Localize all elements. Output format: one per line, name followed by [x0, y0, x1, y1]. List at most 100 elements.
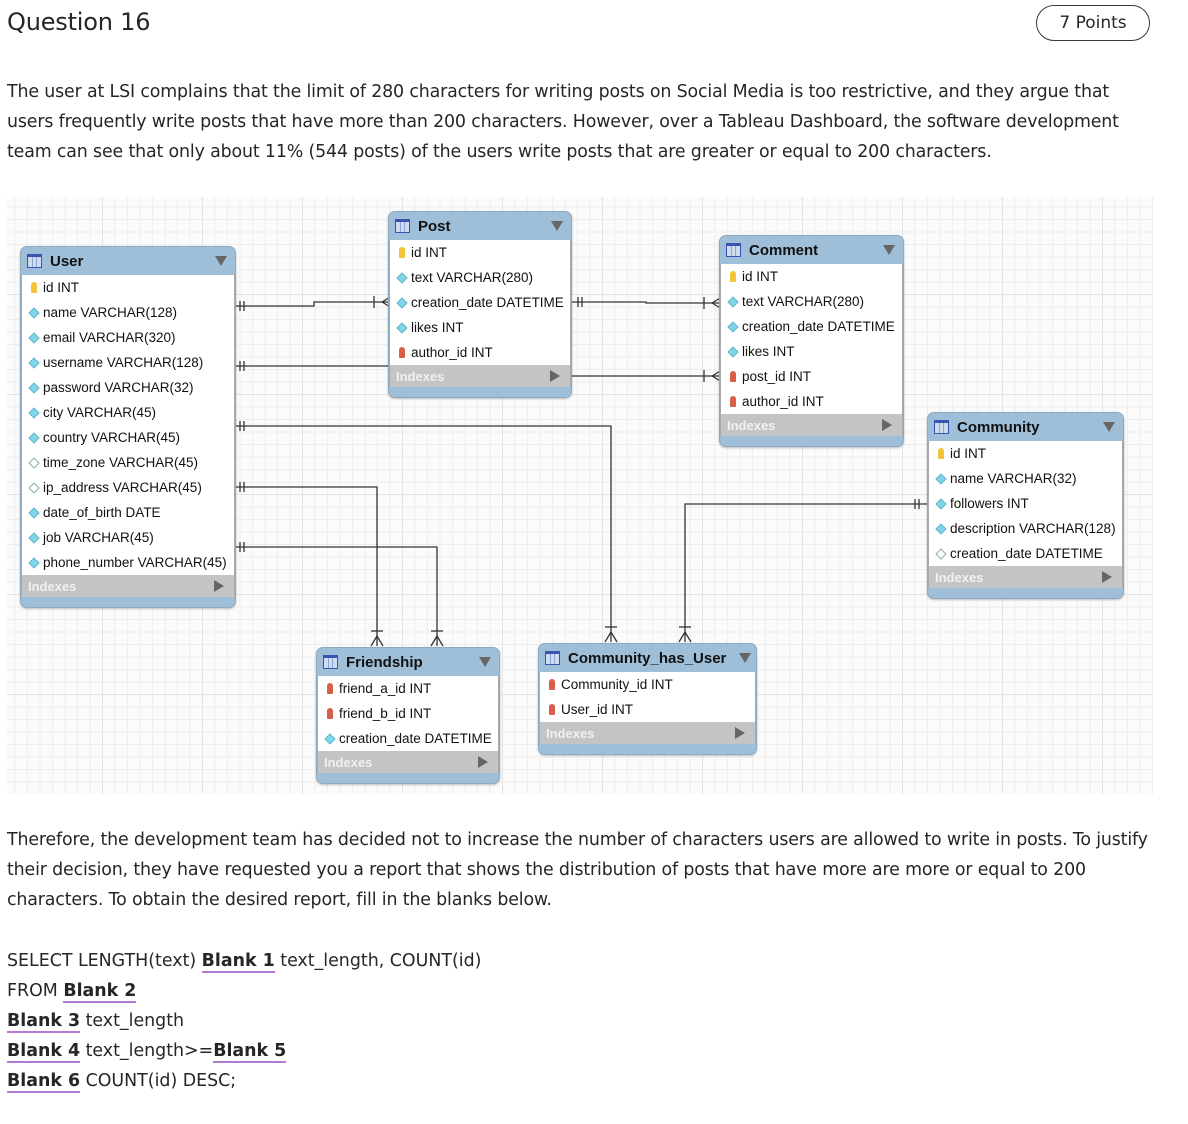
indexes-label: Indexes	[28, 578, 77, 594]
column-diamond-icon	[28, 431, 40, 444]
column-row[interactable]: likes INT	[390, 315, 570, 340]
table-name: User	[50, 252, 84, 270]
sql-line-order: Blank 6 COUNT(id) DESC;	[7, 1066, 481, 1096]
collapse-triangle-icon[interactable]	[1103, 422, 1115, 432]
column-label: likes INT	[742, 344, 795, 359]
table-header[interactable]: Comment	[720, 236, 903, 264]
column-row[interactable]: text VARCHAR(280)	[721, 289, 902, 314]
primary-key-icon	[28, 282, 40, 293]
column-row[interactable]: friend_b_id INT	[318, 701, 498, 726]
column-row[interactable]: city VARCHAR(45)	[22, 400, 234, 425]
column-row[interactable]: text VARCHAR(280)	[390, 265, 570, 290]
expand-triangle-icon[interactable]	[214, 580, 224, 592]
column-label: date_of_birth DATE	[43, 505, 161, 520]
column-row[interactable]: date_of_birth DATE	[22, 500, 234, 525]
foreign-key-icon	[727, 396, 739, 407]
indexes-section[interactable]: Indexes	[539, 722, 756, 744]
column-row[interactable]: likes INT	[721, 339, 902, 364]
column-row[interactable]: name VARCHAR(32)	[929, 466, 1122, 491]
foreign-key-icon	[730, 396, 736, 407]
column-row[interactable]: phone_number VARCHAR(45)	[22, 550, 234, 575]
table-icon	[27, 254, 42, 268]
column-diamond-icon	[28, 356, 40, 369]
indexes-section[interactable]: Indexes	[389, 365, 571, 387]
column-row[interactable]: creation_date DATETIME	[929, 541, 1122, 566]
column-label: creation_date DATETIME	[950, 546, 1103, 561]
column-label: job VARCHAR(45)	[43, 530, 154, 545]
column-diamond-icon	[28, 356, 40, 369]
column-row[interactable]: Community_id INT	[540, 672, 755, 697]
column-row[interactable]: time_zone VARCHAR(45)	[22, 450, 234, 475]
column-label: id INT	[411, 245, 448, 260]
foreign-key-icon	[327, 683, 333, 694]
indexes-section[interactable]: Indexes	[928, 566, 1123, 588]
blank-6[interactable]: Blank 6	[7, 1071, 81, 1093]
column-row[interactable]: password VARCHAR(32)	[22, 375, 234, 400]
column-row[interactable]: ip_address VARCHAR(45)	[22, 475, 234, 500]
column-row[interactable]: friend_a_id INT	[318, 676, 498, 701]
indexes-section[interactable]: Indexes	[317, 751, 499, 773]
column-label: friend_a_id INT	[339, 681, 432, 696]
table-comment[interactable]: Comment id INT text VARCHAR(280) creation_…	[719, 235, 904, 447]
table-user[interactable]: User id INT name VARCHAR(128) email VARCHA…	[20, 246, 236, 608]
column-label: User_id INT	[561, 702, 634, 717]
column-label: creation_date DATETIME	[411, 295, 564, 310]
expand-triangle-icon[interactable]	[550, 370, 560, 382]
column-label: author_id INT	[742, 394, 824, 409]
table-columns: id INT name VARCHAR(128) email VARCHAR(320…	[21, 275, 235, 575]
table-header[interactable]: Community_has_User	[539, 644, 756, 672]
column-diamond-icon	[396, 296, 408, 309]
collapse-triangle-icon[interactable]	[215, 256, 227, 266]
table-post[interactable]: Post id INT text VARCHAR(280) creation_dat…	[388, 211, 572, 398]
column-row[interactable]: post_id INT	[721, 364, 902, 389]
collapse-triangle-icon[interactable]	[739, 653, 751, 663]
table-icon	[726, 243, 741, 257]
column-row[interactable]: job VARCHAR(45)	[22, 525, 234, 550]
expand-triangle-icon[interactable]	[735, 727, 745, 739]
table-community-has-user[interactable]: Community_has_User Community_id INT User_…	[538, 643, 757, 755]
column-row[interactable]: User_id INT	[540, 697, 755, 722]
blank-3[interactable]: Blank 3	[7, 1011, 81, 1033]
column-row[interactable]: email VARCHAR(320)	[22, 325, 234, 350]
column-row[interactable]: author_id INT	[390, 340, 570, 365]
column-row[interactable]: country VARCHAR(45)	[22, 425, 234, 450]
column-row[interactable]: id INT	[22, 275, 234, 300]
collapse-triangle-icon[interactable]	[883, 245, 895, 255]
column-row[interactable]: name VARCHAR(128)	[22, 300, 234, 325]
collapse-triangle-icon[interactable]	[479, 657, 491, 667]
expand-triangle-icon[interactable]	[882, 419, 892, 431]
blank-2[interactable]: Blank 2	[63, 981, 137, 1003]
foreign-key-icon	[399, 347, 405, 358]
column-diamond-icon	[396, 296, 408, 309]
column-row[interactable]: creation_date DATETIME	[721, 314, 902, 339]
table-header[interactable]: Friendship	[317, 648, 499, 676]
column-row[interactable]: creation_date DATETIME	[318, 726, 498, 751]
foreign-key-icon	[324, 708, 336, 719]
table-icon	[323, 655, 338, 669]
column-row[interactable]: username VARCHAR(128)	[22, 350, 234, 375]
column-row[interactable]: description VARCHAR(128)	[929, 516, 1122, 541]
table-community[interactable]: Community id INT name VARCHAR(32) follower…	[927, 412, 1124, 599]
expand-triangle-icon[interactable]	[478, 756, 488, 768]
sql-line-select: SELECT LENGTH(text) Blank 1 text_length,…	[7, 946, 481, 976]
table-header[interactable]: Post	[389, 212, 571, 240]
column-row[interactable]: followers INT	[929, 491, 1122, 516]
indexes-section[interactable]: Indexes	[21, 575, 235, 597]
table-header[interactable]: Community	[928, 413, 1123, 441]
column-row[interactable]: author_id INT	[721, 389, 902, 414]
column-row[interactable]: id INT	[390, 240, 570, 265]
blank-1[interactable]: Blank 1	[201, 951, 275, 973]
blank-5[interactable]: Blank 5	[213, 1041, 287, 1063]
table-friendship[interactable]: Friendship friend_a_id INT friend_b_id IN…	[316, 647, 500, 784]
collapse-triangle-icon[interactable]	[551, 221, 563, 231]
column-row[interactable]: id INT	[929, 441, 1122, 466]
column-row[interactable]: id INT	[721, 264, 902, 289]
table-header[interactable]: User	[21, 247, 235, 275]
indexes-section[interactable]: Indexes	[720, 414, 903, 436]
expand-triangle-icon[interactable]	[1102, 571, 1112, 583]
blank-4[interactable]: Blank 4	[7, 1041, 81, 1063]
primary-key-icon	[938, 448, 944, 459]
question-title: Question 16	[7, 8, 151, 36]
column-row[interactable]: creation_date DATETIME	[390, 290, 570, 315]
column-diamond-icon	[28, 381, 40, 394]
